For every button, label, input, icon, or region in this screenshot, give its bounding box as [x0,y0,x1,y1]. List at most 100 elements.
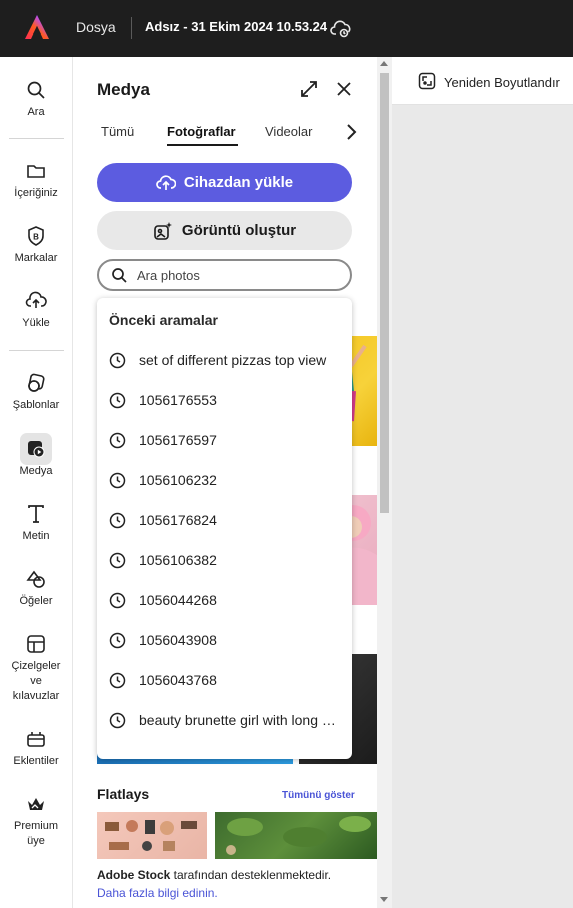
recent-search-text: beauty brunette girl with long hair [139,712,339,728]
search-icon [27,81,45,99]
show-all-link[interactable]: Tümünü göster [282,790,355,801]
rail-item-text[interactable]: Metin [0,503,72,544]
clock-icon [109,592,126,609]
attribution-text: Adobe Stock tarafından desteklenmektedir… [97,868,331,882]
attribution-footer: Adobe Stock tarafından desteklenmektedir… [73,859,377,908]
photo-leaves [226,816,371,855]
rail-label-search: Ara [27,106,45,118]
upload-cloud-icon [156,174,176,190]
rail-label-brands: Markalar [14,252,58,264]
recent-search-item[interactable]: 1056106382 [97,541,352,581]
photo-flatlay-items [105,820,197,851]
recent-search-text: 1056106382 [139,552,217,568]
rail-label-premium-line1: Premium [13,820,58,832]
recent-searches-dropdown: Önceki aramalar set of different pizzas … [97,298,352,759]
panel-title: Medya [97,80,150,99]
rail-item-content[interactable]: İçeriğiniz [0,160,72,201]
flatlay-thumbnail[interactable] [97,812,207,859]
recent-search-item[interactable]: 1056043908 [97,621,352,661]
upload-from-device-button[interactable]: Cihazdan yükle [97,163,352,202]
upload-button-label: Cihazdan yükle [183,174,294,191]
rail-item-templates[interactable]: Şablonlar [0,372,72,413]
file-menu[interactable]: Dosya [76,19,116,35]
rail-label-grids-line3: kılavuzlar [12,690,60,702]
canvas-toolbar: Yeniden Boyutlandır [392,57,573,105]
recent-search-item[interactable]: beauty brunette girl with long hair [97,701,352,741]
brand-icon: B [28,226,44,246]
dropdown-header: Önceki aramalar [109,312,218,328]
recent-search-item[interactable]: 1056043768 [97,661,352,701]
rail-item-premium[interactable]: Premium üye [0,793,72,849]
tab-all[interactable]: Tümü [101,124,134,139]
clock-icon [109,512,126,529]
media-icon [28,441,45,458]
recent-search-text: 1056044268 [139,592,217,608]
recent-search-item[interactable]: set of different pizzas top view [97,341,352,381]
left-rail: Ara İçeriğiniz B Markalar Yükle Şablonla… [0,57,73,908]
recent-search-text: 1056176553 [139,392,217,408]
recent-search-text: 1056106232 [139,472,217,488]
elements-icon [26,570,45,588]
attribution-brand: Adobe Stock [97,868,171,882]
recent-search-item[interactable]: 1056044268 [97,581,352,621]
rail-item-search[interactable]: Ara [0,79,72,120]
rail-item-brands[interactable]: B Markalar [0,225,72,266]
recent-search-text: 1056176597 [139,432,217,448]
search-icon [112,268,127,283]
rail-label-grids-line1: Çizelgeler [11,660,61,672]
generate-image-button[interactable]: Görüntü oluştur [97,211,352,250]
scroll-down-arrow-icon[interactable] [380,897,388,902]
clock-icon [109,432,126,449]
tab-photos[interactable]: Fotoğraflar [167,124,236,139]
rail-label-grids-line2: ve [30,675,42,687]
rail-label-templates: Şablonlar [12,399,60,411]
recent-search-item[interactable]: 1056106232 [97,461,352,501]
learn-more-link[interactable]: Daha fazla bilgi edinin. [97,886,218,900]
recent-search-item[interactable]: 1056176824 [97,501,352,541]
recent-search-text: 1056043768 [139,672,217,688]
scroll-up-arrow-icon[interactable] [380,61,388,66]
templates-icon [28,373,45,392]
rail-item-addons[interactable]: Eklentiler [0,728,72,769]
recent-search-item[interactable]: 1056176597 [97,421,352,461]
upload-icon [25,291,47,308]
canvas-area[interactable] [392,105,573,908]
adobe-express-logo-icon[interactable] [24,14,50,40]
search-box[interactable] [97,259,352,291]
cloud-sync-icon[interactable] [329,16,353,40]
clock-icon [109,632,126,649]
clock-icon [109,352,126,369]
document-title[interactable]: Adsız - 31 Ekim 2024 10.53.24 [145,19,327,34]
rail-item-upload[interactable]: Yükle [0,290,72,331]
expand-icon[interactable] [299,79,319,99]
rail-label-content: İçeriğiniz [14,187,58,199]
search-input[interactable] [137,265,337,285]
chevron-right-icon[interactable] [343,123,359,141]
active-tab-underline [167,144,238,146]
close-icon[interactable] [335,80,353,98]
rail-item-elements[interactable]: Öğeler [0,568,72,609]
grids-icon [27,635,45,653]
clock-icon [109,472,126,489]
recent-search-text: 1056043908 [139,632,217,648]
recent-search-item[interactable]: 1056176553 [97,381,352,421]
panel-scrollbar[interactable] [377,57,392,908]
clock-icon [109,672,126,689]
rail-label-text: Metin [22,530,50,542]
section-title-flatlays: Flatlays [97,786,150,802]
rail-label-premium-line2: üye [27,835,45,847]
flatlay-thumbnail[interactable] [215,812,377,859]
clock-icon [109,392,126,409]
rail-item-grids[interactable]: Çizelgeler ve kılavuzlar [0,633,72,704]
resize-button[interactable]: Yeniden Boyutlandır [444,75,560,90]
svg-text:B: B [33,233,39,242]
rail-label-elements: Öğeler [19,595,53,607]
rail-item-media[interactable]: Medya [0,438,72,479]
tab-videos[interactable]: Videolar [265,124,312,139]
scrollbar-thumb[interactable] [380,73,389,513]
rail-label-upload: Yükle [22,317,50,329]
top-bar: Dosya Adsız - 31 Ekim 2024 10.53.24 [0,0,573,57]
topbar-divider [131,17,132,39]
text-icon [28,505,44,523]
attribution-suffix: tarafından desteklenmektedir. [170,868,332,882]
